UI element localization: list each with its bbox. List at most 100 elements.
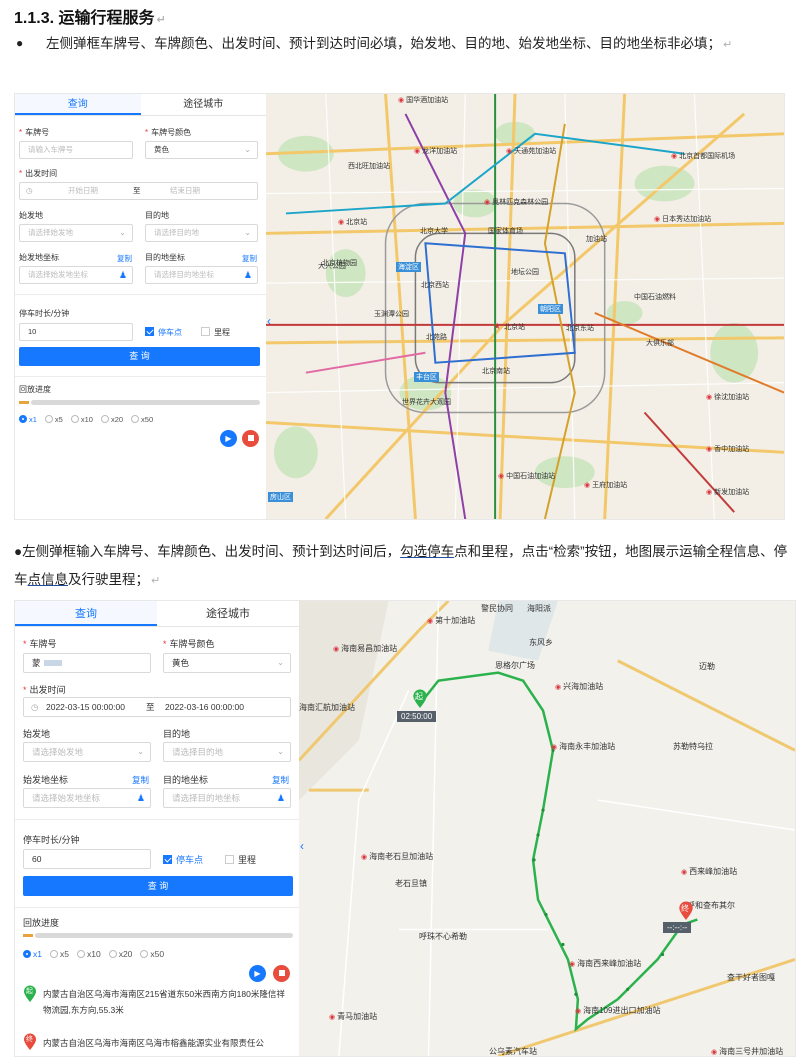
dest-coord-input[interactable]: 请选择目的地坐标 ♟ [163, 788, 291, 808]
map-poi: 北京西站 [421, 282, 449, 289]
origin-coord-input[interactable]: 请选择始发地坐标 ♟ [19, 266, 133, 284]
map-poi: 公乌素汽车站 [489, 1047, 537, 1056]
masked-plate [43, 660, 62, 666]
mileage-checkbox[interactable]: 里程 [201, 327, 230, 338]
tab-query[interactable]: 查询 [15, 601, 157, 626]
stop-duration-input[interactable]: 60 [23, 849, 151, 869]
query-button[interactable]: 查 询 [23, 876, 293, 896]
depart-time-label: * 出发时间 [23, 685, 66, 695]
map-poi: ◉ 海南109进出口加油站 [575, 1006, 661, 1015]
map-poi: ◉ 龙洋加油站 [414, 148, 458, 155]
stop-duration-input[interactable]: 10 [19, 323, 133, 341]
figure-form-empty: 查询 途径城市 * 车牌号 * 车牌号颜色 请输入车牌号 黄色 ⌄ * 出发时间 ◷ 开… [14, 93, 785, 520]
map-poi: ◉ 徐沈加油站 [706, 394, 750, 401]
map-poi: 玉渊潭公园 [374, 311, 409, 318]
end-marker-label: 终 [681, 904, 689, 913]
beijing-map[interactable]: ★ ◉ 国华酒加油站 ◉ 龙洋加油站 ◉ 天通苑加油站 ◉ 北京首都国际机场 西北旺加油… [266, 94, 784, 519]
origin-label: 始发地 [23, 729, 51, 739]
map-poi: 海阳派 [527, 604, 551, 613]
map-poi: 大兴公园 [318, 263, 346, 270]
tab-route-cities[interactable]: 途径城市 [157, 601, 299, 626]
origin-coord-label: 始发地坐标 [23, 775, 69, 785]
stop-duration-label: 停车时长/分钟 [19, 309, 70, 318]
map-poi: 西北旺加油站 [348, 163, 390, 170]
map-poi: ◉ 西来峰加油站 [681, 867, 738, 876]
origin-select[interactable]: 请选择始发地 ⌄ [23, 742, 151, 762]
speed-x20[interactable]: x20 [100, 415, 123, 424]
progress-label: 回放进度 [23, 918, 60, 928]
map-poi: 迈勒 [699, 662, 715, 671]
map-poi: ◉ 海南永丰加油站 [551, 742, 616, 751]
map-poi: 北京大学 [420, 228, 448, 235]
start-address: 内蒙古自治区乌海市海南区215省道东50米西南方向180米隆信祥物流园,东方向,… [43, 989, 285, 1015]
map-poi: 警民协同 [481, 604, 513, 613]
map-poi: 苏勒特乌拉 [673, 742, 713, 751]
play-icon[interactable]: ▶ [220, 430, 237, 447]
speed-x10[interactable]: x10 [70, 415, 93, 424]
query-panel: 查询 途径城市 * 车牌号 * 车牌号颜色 蒙 黄色 ⌄ * 出发时间 ◷ 2022-0… [15, 601, 299, 1056]
person-pin-icon[interactable]: ♟ [119, 267, 127, 283]
map-poi: ◉ 北京站 [338, 219, 368, 226]
playback-progress-bar[interactable] [31, 400, 260, 405]
plate-input[interactable]: 请输入车牌号 [19, 141, 133, 159]
map-poi: 北京东站 [566, 325, 594, 332]
person-pin-icon[interactable]: ♟ [137, 789, 145, 807]
collapse-panel-icon[interactable]: ‹ [267, 314, 271, 328]
plate-color-select[interactable]: 黄色 ⌄ [163, 653, 291, 673]
date-range-input[interactable]: ◷ 开始日期 至 结束日期 [19, 182, 258, 200]
truck-icon: ▬ [23, 929, 33, 940]
plate-color-select[interactable]: 黄色 ⌄ [145, 141, 258, 159]
speed-x50[interactable]: x50 [140, 949, 164, 959]
query-button[interactable]: 查 询 [19, 347, 260, 366]
copy-origin-button[interactable]: 复制 [132, 774, 149, 786]
copy-dest-button[interactable]: 复制 [272, 774, 289, 786]
tab-route-cities[interactable]: 途径城市 [141, 94, 267, 115]
map-poi: ◉ 北京首都国际机场 [671, 153, 736, 160]
stop-point-checkbox[interactable]: 停车点 [163, 853, 203, 866]
map-poi: 中国石油燃料 [634, 294, 676, 301]
speed-x10[interactable]: x10 [76, 949, 101, 959]
tab-query[interactable]: 查询 [15, 94, 141, 115]
chevron-down-icon: ⌄ [244, 145, 251, 154]
speed-x1[interactable]: x1 [23, 949, 42, 959]
person-pin-icon[interactable]: ♟ [244, 267, 252, 283]
speed-x5[interactable]: x5 [49, 949, 69, 959]
speed-x5[interactable]: x5 [44, 415, 63, 424]
stop-icon[interactable] [273, 965, 290, 982]
dest-select[interactable]: 请选择目的地 ⌄ [145, 224, 258, 242]
chevron-down-icon: ⌄ [244, 228, 251, 237]
map-poi: 加油站 [586, 236, 607, 243]
dest-coord-input[interactable]: 请选择目的地坐标 ♟ [145, 266, 258, 284]
play-icon[interactable]: ▶ [249, 965, 266, 982]
clock-icon: ◷ [31, 702, 39, 712]
map-poi: 北京南站 [482, 368, 510, 375]
dest-select[interactable]: 请选择目的地 ⌄ [163, 742, 291, 762]
chevron-down-icon: ⌄ [277, 658, 284, 667]
district-label: 丰台区 [414, 372, 439, 382]
plate-input[interactable]: 蒙 [23, 653, 151, 673]
speed-options: x1 x5 x10 x20 x50 [23, 949, 164, 959]
copy-dest-button[interactable]: 复制 [242, 253, 257, 264]
map-poi: 恩格尔广场 [495, 661, 535, 670]
speed-x50[interactable]: x50 [131, 415, 153, 424]
mileage-checkbox[interactable]: 里程 [225, 853, 256, 866]
district-label: 朝阳区 [538, 304, 563, 314]
copy-origin-button[interactable]: 复制 [117, 253, 132, 264]
speed-x1[interactable]: x1 [19, 415, 37, 424]
playback-progress-bar[interactable] [35, 933, 293, 938]
clock-icon: ◷ [26, 186, 33, 195]
collapse-panel-icon[interactable]: ‹ [300, 839, 304, 853]
map-poi: ◉ 香中加油站 [706, 446, 750, 453]
stop-icon[interactable] [242, 430, 259, 447]
origin-coord-input[interactable]: 请选择始发地坐标 ♟ [23, 788, 151, 808]
start-marker-label: 起 [415, 692, 423, 701]
speed-x20[interactable]: x20 [108, 949, 132, 959]
route-map[interactable]: ◉ 第十加油站 警民协同 海阳派 东风乡 ◉ 海南易昌加油站 恩格尔广场 ◉ 兴海加油… [299, 601, 795, 1056]
person-pin-icon[interactable]: ♟ [277, 789, 285, 807]
date-range-input[interactable]: ◷ 2022-03-15 00:00:00 至 2022-03-16 00:00… [23, 697, 291, 717]
map-poi: ◉ 天通苑加油站 [506, 148, 557, 155]
origin-select[interactable]: 请选择始发地 ⌄ [19, 224, 133, 242]
stop-point-checkbox[interactable]: 停车点 [145, 327, 182, 338]
stop-duration-label: 停车时长/分钟 [23, 835, 80, 845]
map-poi: 查干好者图嘎 [727, 973, 775, 982]
